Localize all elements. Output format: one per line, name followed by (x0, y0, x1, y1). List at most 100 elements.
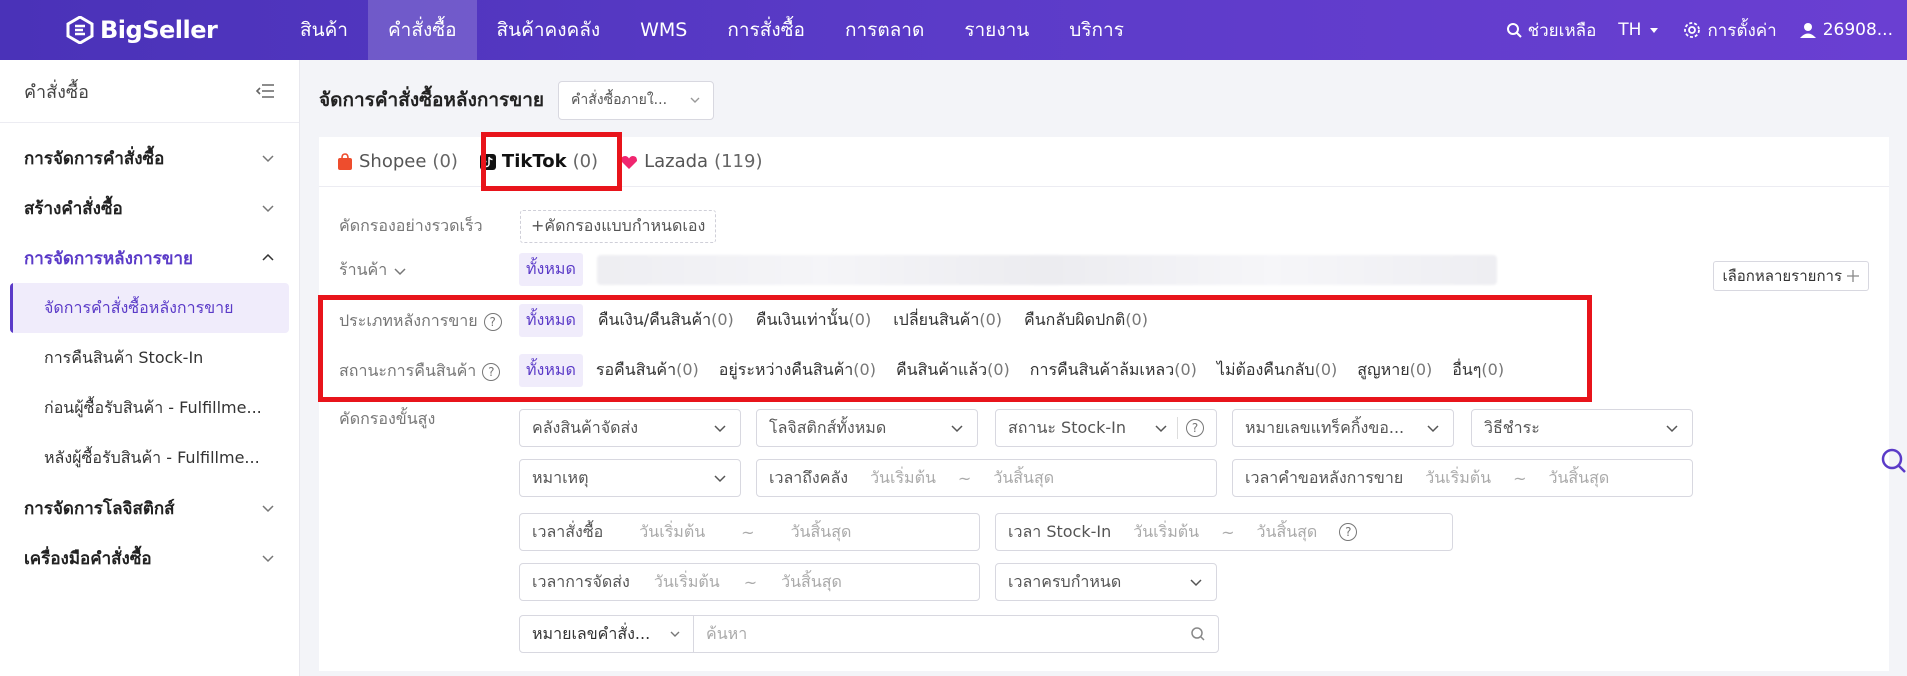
shop-filter-label[interactable]: ร้านค้า (339, 258, 407, 283)
field-label: คลังสินค้าจัดส่ง (532, 417, 639, 437)
end-date-input[interactable]: วันสิ้นสุด (791, 520, 852, 545)
chevron-down-icon (714, 475, 726, 483)
logo-text: BigSeller (100, 16, 218, 44)
page-header: จัดการคำสั่งซื้อหลังการขาย คำสั่งซื้อภาย… (300, 60, 1907, 140)
tab-lazada[interactable]: Lazada (119) (620, 137, 762, 187)
search-icon[interactable] (1190, 626, 1206, 642)
floating-search-icon[interactable] (1877, 446, 1907, 476)
nav-item-orders[interactable]: คำสั่งซื้อ (367, 0, 477, 60)
shopee-icon (338, 152, 352, 170)
shop-list-blurred (596, 254, 1497, 285)
start-date-input[interactable]: วันเริ่มต้น (654, 570, 720, 595)
chevron-down-icon (951, 425, 963, 433)
field-label: เวลาครบกำหนด (1008, 571, 1122, 591)
chevron-down-icon (262, 555, 274, 563)
sidebar-header: คำสั่งซื้อ (0, 60, 299, 123)
help-label: ช่วยเหลือ (1527, 20, 1597, 41)
shop-label: ร้านค้า (339, 260, 388, 279)
sidebar-group-logistics[interactable]: การจัดการโลจิสติกส์ (0, 483, 299, 533)
start-date-input[interactable]: วันเริ่มต้น (870, 466, 936, 491)
help-icon[interactable]: ? (1186, 419, 1204, 437)
collapse-menu-icon[interactable] (255, 82, 275, 100)
request-time-range[interactable]: เวลาคำขอหลังการขาย วันเริ่มต้น ~ วันสิ้น… (1232, 459, 1693, 497)
nav-item-marketing[interactable]: การตลาด (825, 0, 944, 60)
sidebar-item-after-sales-orders[interactable]: จัดการคำสั่งซื้อหลังการขาย (10, 283, 289, 333)
order-number-search: หมายเลขคำสั่ง... ค้นหา (519, 615, 1219, 653)
tracking-number-select[interactable]: หมายเลขแทร็คกิ้งขอ... (1232, 409, 1454, 447)
end-date-input[interactable]: วันสิ้นสุด (1548, 466, 1609, 491)
help-link[interactable]: ช่วยเหลือ (1506, 17, 1597, 44)
start-date-input[interactable]: วันเริ่มต้น (1425, 466, 1491, 491)
payment-method-select[interactable]: วิธีชำระ (1471, 409, 1693, 447)
search-input[interactable]: ค้นหา (694, 622, 1190, 647)
end-date-input[interactable]: วันสิ้นสุด (781, 570, 842, 595)
field-label: หมายเลขแทร็คกิ้งขอ... (1245, 417, 1405, 437)
plus-icon (1847, 270, 1859, 282)
stockin-time-range[interactable]: เวลา Stock-In วันเริ่มต้น ~ วันสิ้นสุด ? (995, 513, 1453, 551)
top-right-tools: ช่วยเหลือ TH การตั้งค่า 26908... (1506, 0, 1893, 60)
sidebar-group-label: เครื่องมือคำสั่งซื้อ (24, 548, 152, 569)
search-type-value: หมายเลขคำสั่ง... (532, 623, 651, 643)
sidebar-group-label: การจัดการคำสั่งซื้อ (24, 148, 165, 169)
sidebar-item-before-receipt[interactable]: ก่อนผู้ซื้อรับสินค้า - Fulfillme... (10, 383, 289, 433)
tab-count: (119) (714, 151, 763, 172)
sidebar: คำสั่งซื้อ การจัดการคำสั่งซื้อ สร้างคำสั… (0, 60, 300, 676)
main-nav: สินค้า คำสั่งซื้อ สินค้าคงคลัง WMS การสั… (280, 0, 1144, 60)
order-time-range[interactable]: เวลาสั่งซื้อ วันเริ่มต้น ~ วันสิ้นสุด (519, 513, 980, 551)
ship-time-range[interactable]: เวลาการจัดส่ง วันเริ่มต้น ~ วันสิ้นสุด (519, 563, 980, 601)
search-type-select[interactable]: หมายเลขคำสั่ง... (520, 616, 694, 652)
stockin-status-select[interactable]: สถานะ Stock-In ? (995, 409, 1217, 447)
field-label: เวลา Stock-In (1008, 521, 1112, 541)
shop-all-chip[interactable]: ทั้งหมด (519, 253, 583, 286)
reason-select[interactable]: หมาเหตุ (519, 459, 741, 497)
help-icon[interactable]: ? (1339, 523, 1358, 541)
chevron-down-icon (1666, 425, 1678, 433)
custom-filter-button[interactable]: +คัดกรองแบบกำหนดเอง (520, 210, 717, 243)
nav-item-inventory[interactable]: สินค้าคงคลัง (477, 0, 621, 60)
tab-shopee[interactable]: Shopee (0) (337, 137, 458, 187)
sidebar-group-label: การจัดการหลังการขาย (24, 248, 193, 269)
field-label: หมาเหตุ (532, 467, 589, 487)
gear-icon (1684, 22, 1701, 38)
chevron-down-icon (1427, 425, 1439, 433)
field-label: สถานะ Stock-In (1008, 417, 1126, 437)
start-date-input[interactable]: วันเริ่มต้น (639, 520, 705, 545)
end-date-input[interactable]: วันสิ้นสุด (993, 466, 1054, 491)
settings-label: การตั้งค่า (1707, 20, 1777, 41)
nav-item-services[interactable]: บริการ (1049, 0, 1144, 60)
advanced-filter-label: คัดกรองขั้นสูง (339, 409, 436, 428)
due-time-select[interactable]: เวลาครบกำหนด (995, 563, 1217, 601)
chevron-down-icon (1190, 579, 1202, 587)
chevron-up-icon (262, 253, 274, 261)
chevron-down-icon (262, 505, 274, 513)
sidebar-group-after-sales[interactable]: การจัดการหลังการขาย (0, 233, 299, 283)
nav-item-products[interactable]: สินค้า (280, 0, 368, 60)
chevron-down-icon (262, 155, 274, 163)
caret-down-icon (1650, 28, 1659, 33)
user-menu[interactable]: 26908... (1799, 20, 1893, 40)
nav-item-reports[interactable]: รายงาน (944, 0, 1049, 60)
logo[interactable]: BigSeller (66, 14, 218, 46)
range-separator: ~ (957, 468, 972, 488)
sidebar-item-return-stock-in[interactable]: การคืนสินค้า Stock-In (10, 333, 289, 383)
sidebar-group-create-order[interactable]: สร้างคำสั่งซื้อ (0, 183, 299, 233)
order-scope-select[interactable]: คำสั่งซื้อภายใ... (558, 80, 715, 120)
sidebar-group-order-management[interactable]: การจัดการคำสั่งซื้อ (0, 133, 299, 183)
arrive-time-range[interactable]: เวลาถึงคลัง วันเริ่มต้น ~ วันสิ้นสุด (756, 459, 1217, 497)
sidebar-item-after-receipt[interactable]: หลังผู้ซื้อรับสินค้า - Fulfillme... (10, 433, 289, 483)
user-icon (1799, 23, 1816, 38)
logistics-select[interactable]: โลจิสติกส์ทั้งหมด (756, 409, 978, 447)
field-label: เวลาถึงคลัง (769, 467, 849, 487)
language-select[interactable]: TH (1618, 20, 1661, 40)
warehouse-select[interactable]: คลังสินค้าจัดส่ง (519, 409, 741, 447)
highlight-tiktok-tab (481, 132, 622, 191)
nav-item-wms[interactable]: WMS (620, 0, 707, 60)
nav-item-purchase[interactable]: การสั่งซื้อ (707, 0, 825, 60)
field-label: วิธีชำระ (1484, 417, 1540, 437)
lazada-icon (621, 155, 638, 169)
start-date-input[interactable]: วันเริ่มต้น (1133, 520, 1199, 545)
multi-select-button[interactable]: เลือกหลายรายการ (1713, 261, 1869, 291)
end-date-input[interactable]: วันสิ้นสุด (1257, 520, 1318, 545)
settings-link[interactable]: การตั้งค่า (1683, 17, 1777, 44)
sidebar-group-order-tools[interactable]: เครื่องมือคำสั่งซื้อ (0, 533, 299, 583)
